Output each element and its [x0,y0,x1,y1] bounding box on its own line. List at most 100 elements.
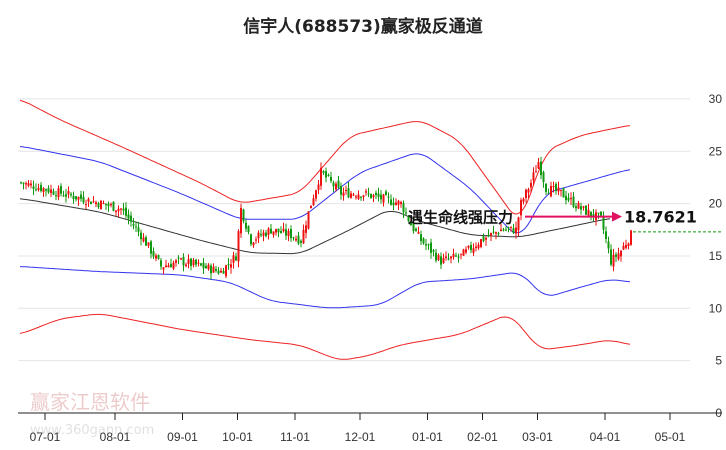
candle-down [45,189,47,191]
candle-up [252,242,255,246]
candle-up [500,229,502,232]
x-tick-label: 02-01 [467,430,498,444]
candle-down [440,256,442,265]
candle-up [557,187,560,192]
candle-down [340,186,342,195]
candle-up [362,195,365,198]
y-tick-label: 15 [709,249,723,263]
candle-down [370,193,372,199]
candle-down [140,232,142,240]
candle-down [392,202,395,206]
candle-up [167,265,170,268]
candle-up [382,194,385,203]
candle-down [615,254,617,257]
candle-up [102,203,105,205]
candle-up [345,189,347,191]
candle-down [540,161,542,176]
candle-up [87,198,90,202]
candle-up [197,262,200,264]
candle-down [62,195,65,197]
candle-down [52,191,55,195]
candle-down [260,234,262,236]
candle-up [310,205,312,209]
candle-up [165,265,167,268]
candle-up [582,206,585,208]
candle-up [495,232,497,234]
candle-down [542,172,545,183]
candle-down [65,194,67,197]
candle-up [342,192,345,196]
candle-up [180,258,182,260]
candle-down [605,231,607,240]
candle-up [85,204,87,206]
candle-down [72,195,75,200]
candle-down [280,231,282,234]
candle-up [627,243,630,247]
candle-down [205,265,207,269]
lower_red-line [19,313,631,360]
x-tick-label: 12-01 [345,430,376,444]
candle-up [255,239,257,241]
candle-up [437,255,440,260]
candle-up [520,200,522,216]
candle-down [507,227,510,229]
candle-down [590,211,592,216]
candle-down [245,222,247,229]
candle-down [22,182,25,184]
candle-down [585,205,587,215]
candle-down [227,264,230,266]
candle-up [450,256,452,259]
candle-up [267,228,270,235]
candle-up [465,249,467,253]
candle-up [460,253,462,255]
plot-area: 05101520253007-01 08-01 09-01 10-01 11-01 12-… [18,92,723,444]
candle-up [350,193,352,198]
candle-up [452,253,455,258]
candle-down [610,249,612,265]
candle-down [387,196,390,198]
candle-up [527,189,530,193]
candle-down [55,195,57,197]
candle-down [285,229,287,236]
candle-down [107,203,110,207]
candle-down [125,207,127,216]
y-tick-label: 25 [709,144,723,158]
candle-down [512,228,515,234]
candle-down [217,270,220,274]
candle-up [275,228,277,233]
candle-up [335,183,337,190]
candle-up [630,230,632,245]
candle-down [75,196,77,200]
candle-down [297,235,300,244]
candle-up [535,171,537,173]
candle-up [417,231,420,234]
candle-down [105,203,107,206]
candle-up [525,189,527,199]
candle-down [242,209,245,222]
candle-up [462,249,465,256]
candle-up [162,267,165,270]
candle-up [42,188,45,193]
x-tick-label: 03-01 [522,430,553,444]
x-tick-label: 04-01 [590,430,621,444]
lower_blue-line [19,266,631,309]
candle-up [485,237,487,240]
candle-up [472,248,475,253]
candle-up [302,229,305,244]
candle-up [175,260,177,263]
candle-up [287,230,290,237]
candle-up [307,211,310,229]
candle-down [190,258,192,266]
candle-down [60,186,62,194]
candle-down [47,188,50,193]
candle-down [215,268,217,271]
candle-down [222,270,225,274]
x-tick-label: 08-01 [100,430,131,444]
candle-up [37,188,40,190]
candle-down [405,212,407,214]
candle-up [155,255,157,259]
candle-up [77,196,80,200]
candle-down [572,196,575,207]
candle-down [565,195,567,201]
candle-up [445,256,447,258]
